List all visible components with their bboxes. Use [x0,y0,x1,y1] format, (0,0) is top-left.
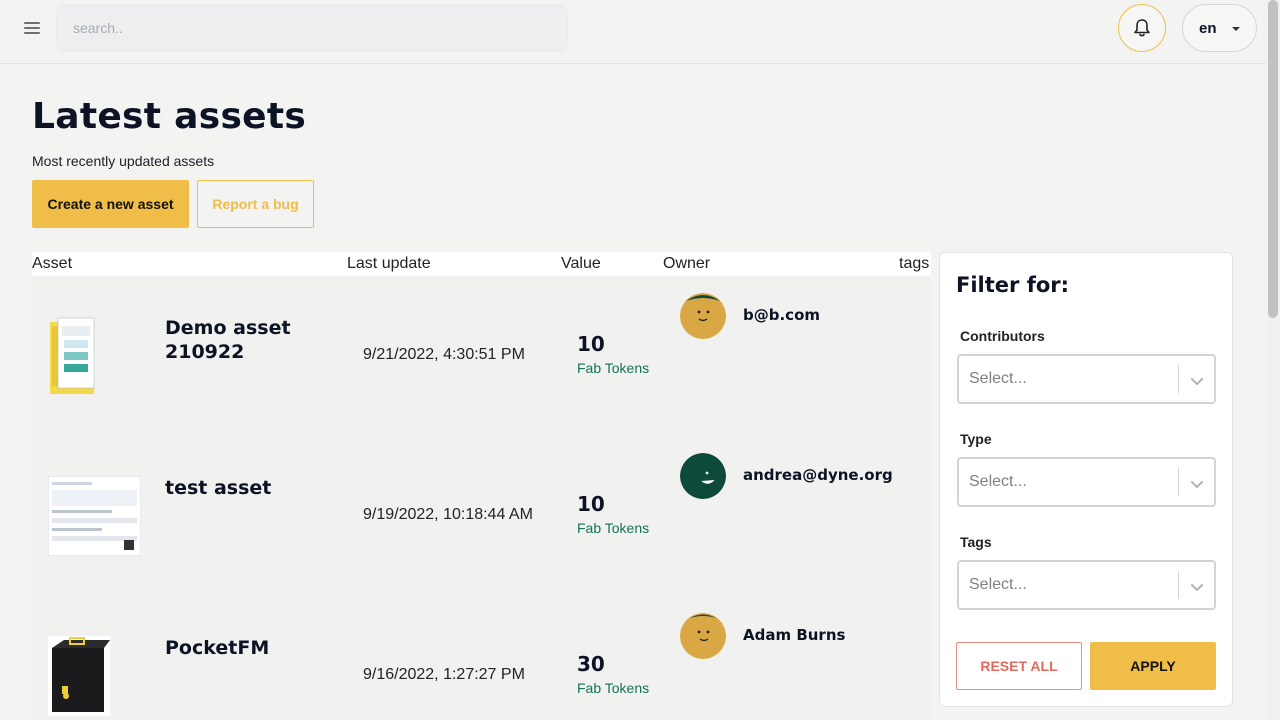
column-value: Value [561,255,601,272]
select-divider [1178,365,1179,393]
column-last-update: Last update [347,255,431,272]
asset-value: 10 [577,332,605,356]
bell-icon [1134,19,1150,37]
page-title: Latest assets [32,96,307,137]
search-input[interactable] [56,5,568,51]
table-row[interactable]: Demo asset 210922 9/21/2022, 4:30:51 PM … [32,276,931,436]
column-asset: Asset [32,255,73,272]
tags-select[interactable]: Select... [957,560,1216,610]
asset-date: 9/21/2022, 4:30:51 PM [363,346,525,363]
contributors-select[interactable]: Select... [957,354,1216,404]
page-subtitle: Most recently updated assets [32,153,215,169]
scrollbar-thumb[interactable] [1268,0,1278,318]
type-label: Type [960,431,992,447]
type-select[interactable]: Select... [957,457,1216,507]
asset-name[interactable]: test asset [165,476,325,500]
filter-panel: Filter for: Contributors Select... Type … [939,252,1233,707]
chevron-down-icon[interactable] [1187,577,1207,597]
select-divider [1178,468,1179,496]
language-select[interactable]: en [1182,4,1257,52]
hamburger-icon[interactable] [24,20,40,36]
asset-value-unit: Fab Tokens [577,360,650,376]
filter-title: Filter for: [956,273,1070,297]
caret-down-icon [1232,27,1240,31]
select-placeholder: Select... [969,370,1027,387]
chevron-down-icon[interactable] [1187,474,1207,494]
owner-avatar[interactable] [680,613,726,659]
asset-thumbnail[interactable] [48,636,110,720]
select-placeholder: Select... [969,576,1027,593]
asset-date: 9/19/2022, 10:18:44 AM [363,506,533,523]
notification-button[interactable] [1118,4,1166,52]
asset-value-unit: Fab Tokens [577,680,650,696]
owner-name[interactable]: andrea@dyne.org [743,466,893,484]
tags-label: Tags [960,534,992,550]
select-placeholder: Select... [969,473,1027,490]
asset-table: Demo asset 210922 9/21/2022, 4:30:51 PM … [32,276,931,720]
report-bug-button[interactable]: Report a bug [197,180,314,228]
asset-name[interactable]: PocketFM [165,636,325,660]
chevron-down-icon[interactable] [1187,371,1207,391]
table-header: Asset Last update Value Owner tags [32,252,931,276]
create-asset-button[interactable]: Create a new asset [32,180,189,228]
table-row[interactable]: PocketFM 9/16/2022, 1:27:27 PM 30 Fab To… [32,596,931,720]
contributors-label: Contributors [960,328,1045,344]
language-value: en [1199,19,1217,37]
asset-value: 10 [577,492,605,516]
asset-thumbnail[interactable] [47,475,142,560]
asset-value: 30 [577,652,605,676]
select-divider [1178,571,1179,599]
owner-avatar[interactable] [680,453,726,499]
owner-avatar[interactable] [680,293,726,339]
reset-all-button[interactable]: RESET ALL [956,642,1082,690]
owner-name[interactable]: Adam Burns [743,626,845,644]
asset-thumbnail[interactable] [48,316,98,400]
column-owner: Owner [663,255,711,272]
column-tags: tags [899,255,930,272]
table-row[interactable]: test asset 9/19/2022, 10:18:44 AM 10 Fab… [32,436,931,596]
asset-name[interactable]: Demo asset 210922 [165,316,325,364]
asset-value-unit: Fab Tokens [577,520,650,536]
top-bar: en [0,0,1266,64]
owner-name[interactable]: b@b.com [743,306,820,324]
scrollbar[interactable] [1266,0,1280,720]
asset-date: 9/16/2022, 1:27:27 PM [363,666,525,683]
apply-button[interactable]: APPLY [1090,642,1216,690]
